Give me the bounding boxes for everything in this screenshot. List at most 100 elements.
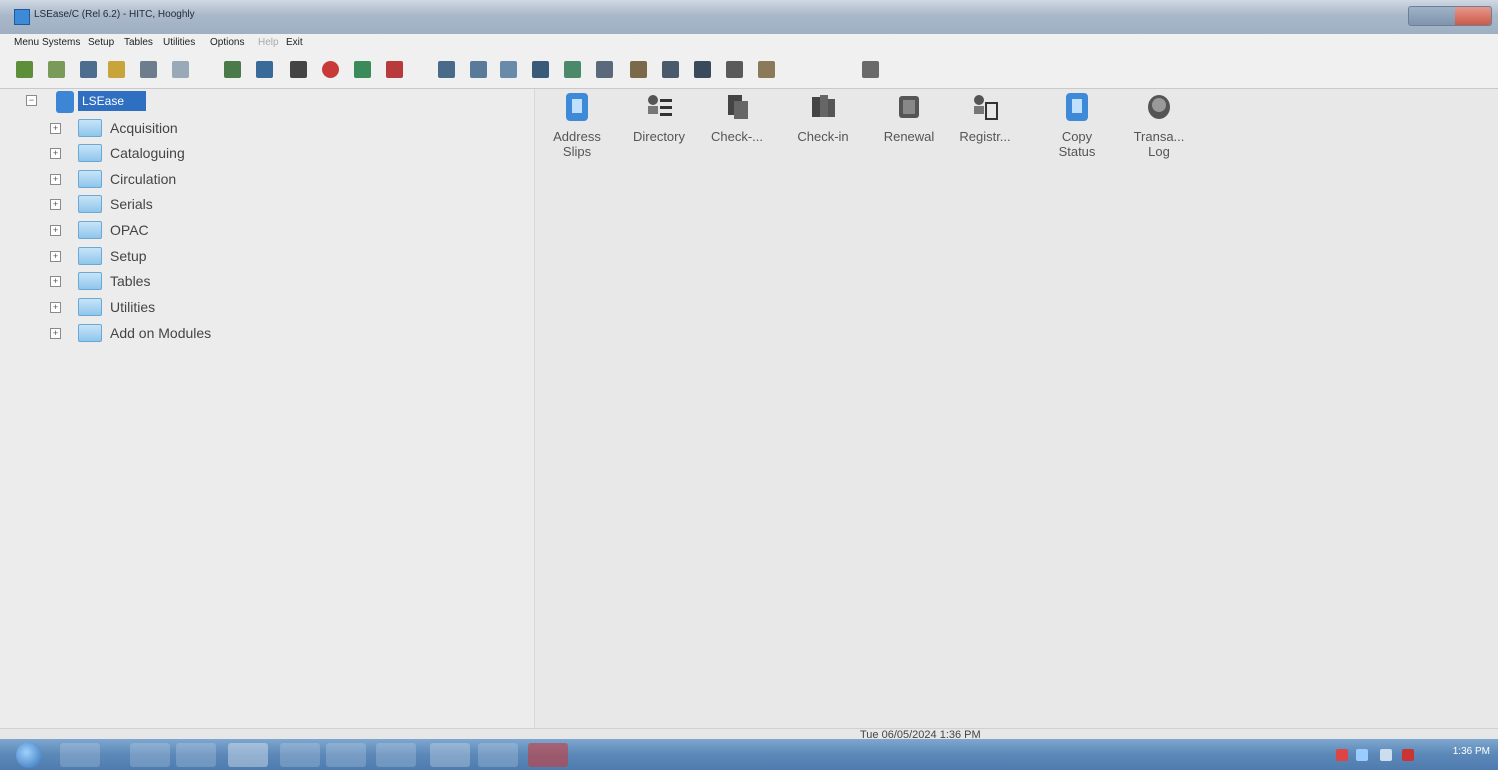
taskbar-app-5[interactable]	[280, 743, 320, 767]
item-label: Renewal	[883, 129, 935, 144]
tray-icon-1[interactable]	[1336, 749, 1348, 761]
renewal-item[interactable]: Renewal	[873, 91, 945, 144]
toolbar-icon-14[interactable]	[470, 61, 487, 78]
taskbar-app-3[interactable]	[176, 743, 216, 767]
log-icon	[1148, 95, 1170, 119]
menu-menu[interactable]: Menu	[14, 37, 39, 48]
toolbar-icon-8[interactable]	[256, 61, 273, 78]
tray-icon-4[interactable]	[1402, 749, 1414, 761]
expand-icon[interactable]: +	[50, 302, 61, 313]
printer-icon[interactable]	[290, 61, 307, 78]
toolbar-icon-18[interactable]	[596, 61, 613, 78]
taskbar-app-2[interactable]	[130, 743, 170, 767]
renew-books-icon	[899, 96, 919, 118]
expand-icon[interactable]: +	[50, 199, 61, 210]
user-add-icon	[974, 95, 998, 120]
tree-root-label[interactable]: LSEase	[78, 91, 146, 111]
menu-help[interactable]: Help	[258, 37, 279, 48]
folder-icon	[78, 119, 102, 137]
toolbar	[0, 52, 1498, 89]
menu-setup[interactable]: Setup	[88, 37, 114, 48]
tree-node-label: OPAC	[110, 222, 149, 238]
toolbar-icon-6[interactable]	[172, 61, 189, 78]
tree-node-label: Acquisition	[110, 120, 178, 136]
taskbar-clock[interactable]: 1:36 PM	[1453, 746, 1490, 757]
toolbar-icon-16[interactable]	[532, 61, 549, 78]
folder-icon	[78, 324, 102, 342]
directory-item[interactable]: Directory	[623, 91, 695, 144]
menu-options[interactable]: Options	[210, 37, 244, 48]
toolbar-icon-11[interactable]	[354, 61, 371, 78]
check-out-item[interactable]: Check-...	[701, 91, 773, 144]
menu-systems[interactable]: Systems	[42, 37, 80, 48]
tree-node-label: Circulation	[110, 171, 177, 187]
app-icon	[14, 9, 30, 25]
copy-status-item[interactable]: Copy Status	[1041, 91, 1113, 159]
toolbar-icon-5[interactable]	[140, 61, 157, 78]
books-icon	[812, 95, 835, 117]
book-stack-icon	[728, 95, 748, 119]
taskbar-app-10[interactable]	[528, 743, 568, 767]
toolbar-icon-15[interactable]	[500, 61, 517, 78]
menu-bar: Menu Systems Setup Tables Utilities Opti…	[0, 34, 1498, 53]
expand-icon[interactable]: +	[50, 276, 61, 287]
item-label: Check-in	[797, 129, 849, 144]
toolbar-icon-12[interactable]	[386, 61, 403, 78]
item-label: Transa... Log	[1133, 129, 1185, 159]
menu-tables[interactable]: Tables	[124, 37, 153, 48]
toolbar-icon-4[interactable]	[108, 61, 125, 78]
taskbar: 1:36 PM	[0, 739, 1498, 770]
directory-icon	[648, 95, 672, 116]
menu-exit[interactable]: Exit	[286, 37, 303, 48]
folder-icon	[78, 221, 102, 239]
folder-icon	[78, 144, 102, 162]
tree-node-label: Serials	[110, 196, 153, 212]
tray-icon-2[interactable]	[1356, 749, 1368, 761]
taskbar-app-6[interactable]	[326, 743, 366, 767]
toolbar-icon-19[interactable]	[630, 61, 647, 78]
toolbar-icon-13[interactable]	[438, 61, 455, 78]
close-button[interactable]	[1455, 7, 1491, 25]
expand-icon[interactable]: +	[50, 328, 61, 339]
expand-icon[interactable]: +	[50, 148, 61, 159]
taskbar-app-9[interactable]	[478, 743, 518, 767]
toolbar-icon-21[interactable]	[694, 61, 711, 78]
toolbar-icon-1[interactable]	[16, 61, 33, 78]
check-in-item[interactable]: Check-in	[787, 91, 859, 144]
address-slips-item[interactable]: Address Slips	[541, 91, 613, 159]
toolbar-icon-3[interactable]	[80, 61, 97, 78]
collapse-icon[interactable]: −	[26, 95, 37, 106]
start-button[interactable]	[16, 742, 42, 768]
expand-icon[interactable]: +	[50, 123, 61, 134]
title-bar: LSEase/C (Rel 6.2) - HITC, Hooghly	[0, 0, 1498, 34]
globe-icon[interactable]	[322, 61, 339, 78]
toolbar-icon-22[interactable]	[726, 61, 743, 78]
taskbar-app-8[interactable]	[430, 743, 470, 767]
item-label: Address Slips	[553, 129, 601, 159]
tree-node-label: Add on Modules	[110, 325, 212, 341]
toolbar-icon-17[interactable]	[564, 61, 581, 78]
menu-utilities[interactable]: Utilities	[163, 37, 195, 48]
taskbar-app-4[interactable]	[228, 743, 268, 767]
expand-icon[interactable]: +	[50, 225, 61, 236]
expand-icon[interactable]: +	[50, 174, 61, 185]
volume-icon[interactable]	[1380, 749, 1392, 761]
folder-icon	[78, 247, 102, 265]
toolbar-icon-20[interactable]	[662, 61, 679, 78]
transaction-log-item[interactable]: Transa... Log	[1123, 91, 1195, 159]
taskbar-app-7[interactable]	[376, 743, 416, 767]
toolbar-icon-23[interactable]	[758, 61, 775, 78]
folder-icon	[78, 298, 102, 316]
toolbar-icon-2[interactable]	[48, 61, 65, 78]
expand-icon[interactable]: +	[50, 251, 61, 262]
window-controls[interactable]	[1408, 6, 1492, 26]
folder-icon	[78, 195, 102, 213]
toolbar-icon-7[interactable]	[224, 61, 241, 78]
address-slips-icon	[566, 93, 588, 121]
tree-node-label: Cataloguing	[110, 145, 185, 161]
registration-item[interactable]: Registr...	[949, 91, 1021, 144]
item-label: Registr...	[959, 129, 1011, 144]
toolbar-icon-24[interactable]	[862, 61, 879, 78]
taskbar-app-1[interactable]	[60, 743, 100, 767]
tree-node-label: Utilities	[110, 299, 156, 315]
